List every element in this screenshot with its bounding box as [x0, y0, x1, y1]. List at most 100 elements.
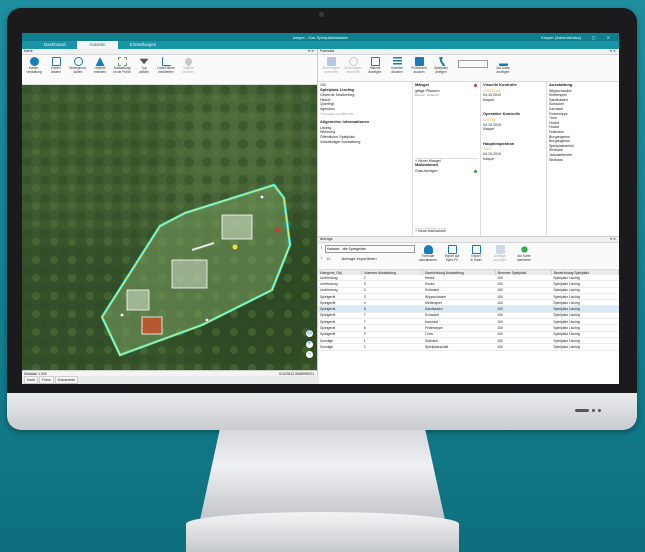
cloud-icon — [423, 245, 433, 254]
massnahmen-title: Maßnahmen — [415, 162, 439, 168]
objekte-erstellen-button[interactable]: Objekte erstellen — [89, 57, 111, 74]
spielplatz-anlegen-button[interactable]: Spielplatz anlegen — [430, 57, 452, 79]
green-dot-icon — [520, 246, 528, 253]
save-icon — [326, 57, 336, 66]
zoom-out-button[interactable]: − — [306, 351, 313, 358]
tab-einstellungen[interactable]: Einstellungen — [118, 41, 168, 49]
kontrolle-who: Kasper — [483, 97, 495, 102]
map-panel: Karte ▾ ✕ Karten- verwaltung Karten änder… — [22, 49, 319, 384]
playground-name: Spielplatz Lischtg — [320, 86, 355, 92]
status-dot-icon — [474, 170, 477, 173]
federwippe-object[interactable] — [141, 316, 163, 335]
discard-changes-button[interactable]: Änderungen verwerfen — [342, 57, 364, 79]
kontrolle-title[interactable]: Visuelle Kontrolle — [483, 82, 544, 88]
export-icon — [447, 245, 457, 254]
turm-marker[interactable] — [232, 244, 238, 250]
kontrolle-who: Kasper — [483, 127, 495, 132]
table-body: Umfriedung 2 Hecke 100 Spielplatz Lischtg Umf… — [318, 275, 619, 351]
table-cell: Sonstige — [318, 343, 362, 351]
add-massnahme-button[interactable]: + Neue Maßnahme — [415, 228, 446, 234]
zoom-in-button[interactable]: + — [306, 341, 313, 348]
kontrolle-title[interactable]: Hauptinspektion — [483, 141, 544, 147]
form-panel-title: Formular ▾ ✕ — [318, 49, 619, 55]
export-spiel-pc-button[interactable]: Export auf Spiel-PC — [441, 245, 463, 262]
auf-karte-button[interactable]: Auf Karte anzeigen — [492, 57, 514, 79]
query-select[interactable]: Kataster - alle Spielgeräte — [325, 245, 415, 253]
table-cell: 100 — [495, 343, 552, 351]
tab-kataster[interactable]: Kataster — [77, 41, 118, 49]
list-icon — [392, 57, 402, 66]
objekte-loeschen-button[interactable]: Objekte löschen — [177, 56, 199, 74]
kontrolle-who: Kasper — [483, 156, 495, 161]
locate-icon[interactable]: ◎ — [306, 330, 313, 337]
satellite-map[interactable]: ◎ + − — [22, 85, 317, 370]
map-canvas — [22, 85, 317, 370]
schaukel-object[interactable] — [126, 289, 150, 311]
status-dot-icon — [474, 84, 477, 87]
maengel-section: Mängel giftige Pflanzen Bereich: Gebüsch… — [413, 81, 481, 236]
info-title: Allgemeine Informationen — [320, 119, 370, 125]
table-cell: Spielplatz Lischtg — [551, 343, 619, 351]
linie-bearbeiten-button[interactable]: Linie/Fläche bearbeiten — [155, 57, 177, 74]
maengel-title: Mängel — [415, 82, 429, 87]
tab-karte[interactable]: Karte — [24, 376, 39, 384]
pruefbericht-button[interactable]: Prüfbericht drucken — [408, 57, 430, 79]
kletterspiel-object[interactable] — [171, 259, 208, 289]
table-row[interactable]: Sonstige 2 Spielplatzschild 100 Spielplatz L… — [318, 343, 619, 351]
hintergrundkarten-button[interactable]: Hintergrund- karten — [67, 57, 89, 74]
wrench-icon — [439, 57, 446, 66]
auf-karte-markieren-button[interactable]: Auf Karte markieren — [513, 245, 535, 262]
inventar-drucken-button[interactable]: Inventar drucken — [386, 57, 408, 79]
export-query-button[interactable]: Anfrage exportieren — [341, 256, 376, 261]
tab-dashboard[interactable]: Dashboard — [32, 41, 77, 49]
save-changes-button[interactable]: Änderungen speichern — [320, 57, 342, 79]
general-info: 100 Spielplatz Lischtg Gewerde Straßenbe… — [318, 81, 413, 236]
gear-icon — [29, 57, 39, 66]
map-bottom-tabs: Karte Fotos Dokumente — [22, 376, 319, 384]
form-ribbon: Änderungen speichern Änderungen verwerfe… — [318, 55, 619, 82]
neuer-punkt-button[interactable]: Ausstattung neuer Punkt — [111, 57, 133, 74]
monitor-chin — [7, 393, 637, 430]
karten-verwaltung-button[interactable]: Karten- verwaltung — [23, 57, 45, 74]
tab-fotos[interactable]: Fotos — [39, 376, 54, 384]
massnahme-item[interactable]: Gras-heinigen — [415, 169, 478, 174]
karten-aendern-button[interactable]: Karten ändern — [45, 57, 67, 74]
sandkasten-object[interactable] — [221, 214, 253, 240]
karussel-marker[interactable] — [275, 227, 281, 233]
add-point-icon — [117, 57, 127, 66]
typ-waehlen-button[interactable]: Typ wählen — [133, 57, 155, 74]
auftraege-button[interactable]: Aufträge anzeigen — [489, 245, 511, 262]
app-title: kasper - Das Spielplatzkataster — [292, 34, 349, 40]
table-cell: Spielplatzschild — [422, 343, 496, 351]
window-controls[interactable]: – ▢ ✕ — [578, 35, 615, 40]
tab-dokumente[interactable]: Dokumente — [54, 376, 78, 384]
user-name[interactable]: Kasper (Administrator) — [541, 35, 581, 40]
historie-button[interactable]: Historie anzeigen — [364, 57, 386, 79]
form-panel: Formular ▾ ✕ Änderungen speichern Änderun… — [318, 49, 619, 384]
report-icon — [414, 57, 424, 66]
monitor-stand — [200, 430, 445, 520]
table-cell: 2 — [361, 343, 423, 351]
search-input[interactable] — [458, 60, 488, 68]
query-table: Kategorie_Obj Nummer Ausstattung Bezeichnu… — [318, 270, 619, 351]
kontrollen-section: Visuelle Kontrolle 12.09.19 dd 04.10.201… — [481, 81, 547, 236]
ausstattung-item[interactable]: Sitzbank — [549, 158, 617, 163]
map-panel-title: Karte ▾ ✕ — [22, 49, 317, 55]
kontrolle-title[interactable]: Operative Kontrolle — [483, 112, 544, 117]
orders-icon — [495, 245, 505, 254]
edit-line-icon — [161, 57, 171, 66]
sort-up-icon[interactable]: ↑ — [320, 246, 323, 252]
sort-down-icon[interactable]: ↓ — [320, 255, 323, 261]
ausstattung-title: Ausstattung — [549, 82, 573, 87]
undo-icon — [348, 57, 358, 66]
monitor-base — [186, 512, 459, 552]
formular-aktualisieren-button[interactable]: Formular aktualisieren — [417, 245, 439, 262]
file-export-icon — [471, 245, 481, 254]
map-chart-icon — [498, 57, 508, 66]
query-ribbon: ↑ Kataster - alle Spielgeräte ↓ 16 Anfra… — [318, 243, 619, 270]
main-tabs: Dashboard Kataster Einstellungen — [22, 41, 619, 49]
map-ribbon: Karten- verwaltung Karten ändern Hinterg… — [22, 55, 317, 85]
export-datei-button[interactable]: Export in Datei — [465, 245, 487, 262]
layers-icon — [51, 57, 61, 66]
mangel-sub: Bereich: Gebüsch — [415, 93, 439, 98]
